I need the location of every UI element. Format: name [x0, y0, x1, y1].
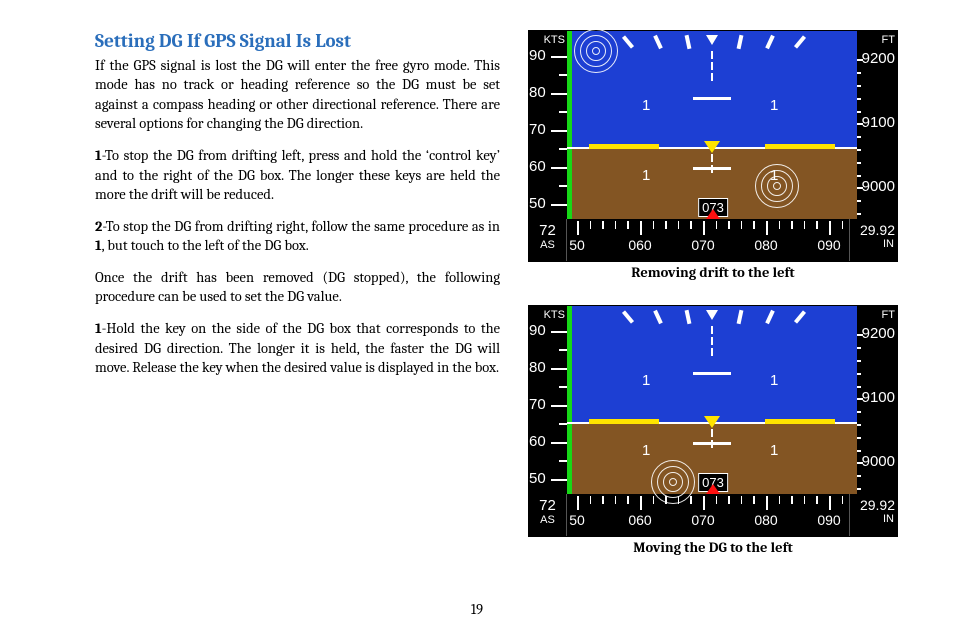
baro-readout: 29.92IN: [849, 494, 897, 536]
pfd-display[interactable]: KTSFT9080706050920091009000111107372AS29…: [528, 30, 898, 262]
airspeed-value: 50: [529, 195, 550, 212]
airspeed-value: 90: [529, 322, 550, 339]
altitude-tape: 9200 9100 9000: [857, 31, 897, 221]
document-page: Setting DG If GPS Signal Is Lost If the …: [0, 0, 954, 636]
paragraph-step2: 2-To stop the DG from drifting right, fo…: [95, 217, 500, 256]
dg-tick-label: 50: [569, 512, 585, 528]
airspeed-arc: [567, 31, 572, 221]
kts-label: KTS: [529, 307, 567, 321]
airspeed-value: 60: [529, 158, 550, 175]
figure-2: KTSFT9080706050920091009000111107372AS29…: [528, 305, 898, 556]
airspeed-value: 90: [529, 47, 550, 64]
step-text: -To stop the DG from drifting left, pres…: [95, 147, 500, 203]
touch-indicator-icon: [755, 164, 799, 208]
airspeed-value: 70: [529, 396, 550, 413]
horizon-line: [567, 422, 857, 424]
touch-indicator-icon: [574, 29, 618, 73]
dg-tick-label: 090: [817, 237, 840, 253]
airspeed-value: 50: [529, 470, 550, 487]
figure-1: KTSFT9080706050920091009000111107372AS29…: [528, 30, 898, 281]
kts-label: KTS: [529, 32, 567, 46]
bottom-bar: 72AS 29.92IN 50 060 070 080 090: [529, 219, 897, 261]
step-ref: 1: [95, 237, 102, 254]
altitude-value: 9100: [862, 389, 895, 406]
dg-tick-label: 070: [691, 237, 714, 253]
baro-readout: 29.92IN: [849, 219, 897, 261]
altitude-tape: 9200 9100 9000: [857, 306, 897, 496]
page-number: 19: [0, 601, 954, 618]
dg-tick-label: 090: [817, 512, 840, 528]
ft-label: FT: [857, 307, 897, 321]
altitude-value: 9200: [862, 325, 895, 342]
section-heading: Setting DG If GPS Signal Is Lost: [95, 30, 500, 53]
airspeed-value: 60: [529, 433, 550, 450]
airspeed-tape: 90 80 70 60 50: [529, 31, 567, 221]
step-text-cont: , but touch to the left of the DG box.: [102, 237, 309, 254]
step-number: 1: [95, 320, 102, 337]
dg-marker: [706, 484, 720, 494]
dg-tick-label: 070: [691, 512, 714, 528]
dg-scale[interactable]: 50 060 070 080 090: [567, 219, 849, 261]
figure-caption: Moving the DG to the left: [528, 539, 898, 556]
dg-tick-label: 080: [754, 512, 777, 528]
spacer: [528, 287, 898, 299]
dg-marker: [706, 209, 720, 219]
altitude-value: 9000: [862, 178, 895, 195]
dg-tick-label: 060: [628, 512, 651, 528]
altitude-value: 9200: [862, 50, 895, 67]
altitude-value: 9100: [862, 114, 895, 131]
dg-tick-label: 50: [569, 237, 585, 253]
dg-scale[interactable]: 50 060 070 080 090: [567, 494, 849, 536]
horizon-line: [567, 147, 857, 149]
figure-caption: Removing drift to the left: [528, 264, 898, 281]
airspeed-tape: 90 80 70 60 50: [529, 306, 567, 496]
airspeed-arc: [567, 306, 572, 496]
airspeed-readout: 72AS: [529, 219, 567, 261]
paragraph-step1: 1-To stop the DG from drifting left, pre…: [95, 146, 500, 205]
dg-tick-label: 080: [754, 237, 777, 253]
airspeed-value: 80: [529, 359, 550, 376]
step-text: -To stop the DG from drifting right, fol…: [102, 218, 500, 235]
paragraph-step1b: 1-Hold the key on the side of the DG box…: [95, 319, 500, 378]
ft-label: FT: [857, 32, 897, 46]
step-text: -Hold the key on the side of the DG box …: [95, 320, 500, 376]
step-number: 1: [95, 147, 102, 164]
airspeed-readout: 72AS: [529, 494, 567, 536]
figure-column: KTSFT9080706050920091009000111107372AS29…: [528, 30, 898, 626]
bottom-bar: 72AS 29.92IN 50 060 070 080 090: [529, 494, 897, 536]
airspeed-value: 80: [529, 84, 550, 101]
text-column: Setting DG If GPS Signal Is Lost If the …: [95, 30, 500, 626]
touch-indicator-icon: [651, 460, 695, 504]
altitude-value: 9000: [862, 453, 895, 470]
sky: [567, 306, 857, 423]
pfd-display[interactable]: KTSFT9080706050920091009000111107372AS29…: [528, 305, 898, 537]
airspeed-value: 70: [529, 121, 550, 138]
paragraph-intro: If the GPS signal is lost the DG will en…: [95, 56, 500, 134]
dg-tick-label: 060: [628, 237, 651, 253]
paragraph-transition: Once the drift has been removed (DG stop…: [95, 268, 500, 307]
